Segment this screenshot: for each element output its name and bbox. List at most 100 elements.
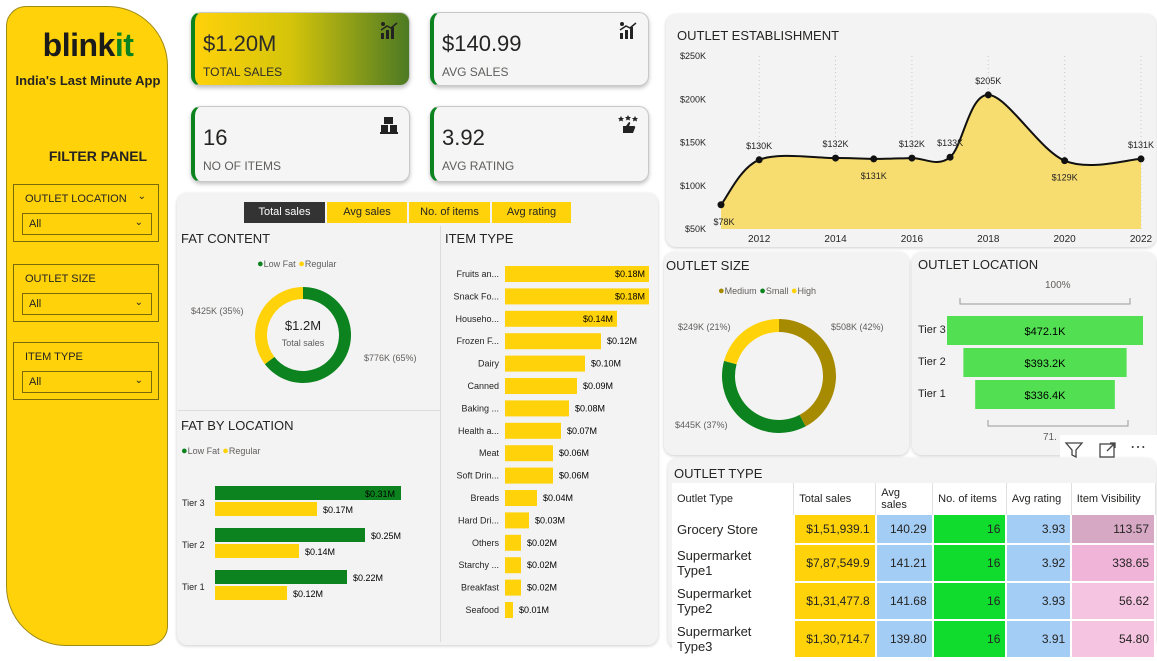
table-cell: Supermarket Type2 — [672, 582, 795, 621]
table-cell: $1,30,714.7 — [793, 620, 877, 659]
item-category-label: Househo... — [455, 314, 499, 324]
item-type-chart[interactable]: Fruits an... $0.18M Snack Fo... $0.18M House… — [441, 262, 655, 624]
column-header[interactable]: Item Visibility — [1071, 483, 1156, 515]
y-tick-label: $150K — [680, 138, 706, 148]
fat-by-location-chart[interactable]: Tier 3 $0.31M $0.17M Tier 2 $0.25M $0.14M Tier… — [178, 478, 436, 608]
chevron-down-icon: ⌄ — [134, 297, 143, 308]
funnel-bottom-label: 71. — [1043, 432, 1057, 443]
dropdown-value: All — [29, 298, 42, 310]
outlet-establishment-chart[interactable]: $50K $100K $150K $200K $250K 2012 2014 2016 2018… — [666, 44, 1156, 247]
item-bar — [505, 490, 537, 506]
data-label: $78K — [713, 217, 734, 227]
thumbs-up-stars-icon — [618, 115, 638, 133]
item-type-dropdown[interactable]: All ⌄ — [22, 371, 152, 393]
outlet-establishment-title: OUTLET ESTABLISHMENT — [677, 28, 840, 43]
table-cell: 56.62 — [1071, 582, 1156, 621]
kpi-avg-rating[interactable]: 3.92 AVG RATING — [430, 106, 649, 182]
column-header[interactable]: Avg sales — [875, 483, 934, 515]
outlet-size-dropdown[interactable]: All ⌄ — [22, 293, 152, 315]
item-category-label: Canned — [467, 381, 499, 391]
item-value-label: $0.14M — [583, 314, 613, 324]
table-row[interactable]: Supermarket Type2 $1,31,477.8 141.68 16 3.93… — [672, 582, 1156, 621]
item-bar — [505, 333, 601, 350]
outlet-location-funnel[interactable]: Tier 3 $472.1K Tier 2 $393.2K Tier 1 $336.4K — [912, 290, 1156, 440]
legend-item: Regular — [304, 259, 337, 269]
kpi-total-sales[interactable]: $1.20M TOTAL SALES — [191, 12, 410, 86]
location-category-label: Tier 3 — [918, 324, 946, 336]
item-value-label: $0.06M — [559, 471, 589, 481]
data-label: $132K — [823, 139, 849, 149]
tab-no-of-items[interactable]: No. of items — [409, 202, 490, 223]
outlet-size-donut[interactable] — [722, 319, 836, 433]
funnel-value-label: $393.2K — [1025, 358, 1067, 370]
outlet-location-dropdown[interactable]: All ⌄ — [22, 213, 152, 235]
item-category-label: Snack Fo... — [453, 291, 499, 301]
item-category-label: Health a... — [458, 426, 499, 436]
item-category-label: Starchy ... — [458, 560, 499, 570]
item-type-title: ITEM TYPE — [445, 231, 514, 246]
filter-icon[interactable] — [1064, 440, 1084, 460]
location-category-label: Tier 2 — [182, 540, 205, 550]
location-category-label: Tier 1 — [182, 582, 205, 592]
kpi-no-of-items[interactable]: 16 NO OF ITEMS — [191, 106, 410, 182]
kpi-caption: TOTAL SALES — [203, 65, 283, 79]
table-cell: $7,87,549.9 — [793, 544, 877, 583]
slicer-outlet-location: OUTLET LOCATION ⌄ All ⌄ — [13, 184, 159, 242]
item-value-label: $0.10M — [591, 359, 621, 369]
regular-bar — [215, 544, 299, 558]
slicer-label: OUTLET LOCATION — [25, 193, 127, 205]
focus-mode-icon[interactable] — [1098, 440, 1118, 460]
legend-item: High — [797, 286, 817, 296]
item-bar — [505, 400, 569, 417]
boxes-icon — [380, 117, 398, 134]
legend-dot-icon: ● — [181, 445, 188, 457]
table-row[interactable]: Supermarket Type3 $1,30,714.7 139.80 16 3.91… — [672, 620, 1156, 659]
more-options-icon[interactable]: ⋯ — [1130, 437, 1147, 457]
donut-label-low-fat: $776K (65%) — [364, 353, 417, 363]
y-tick-label: $100K — [680, 181, 706, 191]
table-row[interactable]: Grocery Store $1,51,939.1 140.29 16 3.93 113.… — [672, 515, 1156, 545]
column-header[interactable]: Total sales — [793, 483, 877, 515]
item-bar — [505, 355, 585, 372]
table-cell: 54.80 — [1071, 620, 1156, 659]
kpi-value: $1.20M — [203, 31, 277, 56]
table-cell: 3.92 — [1006, 544, 1073, 583]
item-value-label: $0.02M — [527, 538, 557, 548]
item-bar — [505, 378, 577, 394]
low-fat-value-label: $0.25M — [371, 531, 401, 541]
item-category-label: Soft Drin... — [456, 471, 499, 481]
item-category-label: Breads — [470, 493, 499, 503]
funnel-value-label: $472.1K — [1025, 326, 1067, 338]
x-tick-label: 2020 — [1054, 234, 1077, 245]
column-header[interactable]: Avg rating — [1006, 483, 1072, 515]
legend-dot-icon: ● — [759, 285, 766, 297]
data-point — [1061, 157, 1069, 165]
legend-dot-icon: ● — [718, 285, 725, 297]
table-cell: 113.57 — [1071, 515, 1156, 545]
x-tick-label: 2022 — [1130, 234, 1153, 245]
table-row[interactable]: Supermarket Type1 $7,87,549.9 141.21 16 3.92… — [672, 544, 1156, 583]
regular-bar — [215, 586, 287, 600]
tab-total-sales[interactable]: Total sales — [244, 202, 325, 223]
column-header[interactable]: Outlet Type — [672, 483, 795, 515]
donut-center-label: Total sales — [281, 338, 325, 348]
item-value-label: $0.03M — [535, 515, 565, 525]
chevron-down-icon[interactable]: ⌄ — [138, 191, 146, 202]
tab-avg-rating[interactable]: Avg rating — [492, 202, 571, 223]
legend-item: Medium — [724, 286, 757, 296]
table-header-row: Outlet Type Total sales Avg sales No. of… — [672, 483, 1156, 515]
item-value-label: $0.06M — [559, 448, 589, 458]
table-cell: 139.80 — [875, 620, 934, 659]
data-label: $130K — [746, 141, 772, 151]
legend-item: Low Fat — [187, 446, 220, 456]
data-point — [946, 153, 954, 161]
x-tick-label: 2012 — [748, 234, 771, 245]
donut-label-high: $249K (21%) — [678, 322, 731, 332]
item-bar — [505, 579, 521, 596]
column-header[interactable]: No. of items — [932, 483, 1007, 515]
kpi-avg-sales[interactable]: $140.99 AVG SALES — [430, 12, 649, 86]
item-bar — [505, 467, 553, 484]
x-tick-label: 2016 — [901, 234, 924, 245]
fat-content-donut[interactable] — [255, 287, 351, 383]
tab-avg-sales[interactable]: Avg sales — [327, 202, 407, 223]
